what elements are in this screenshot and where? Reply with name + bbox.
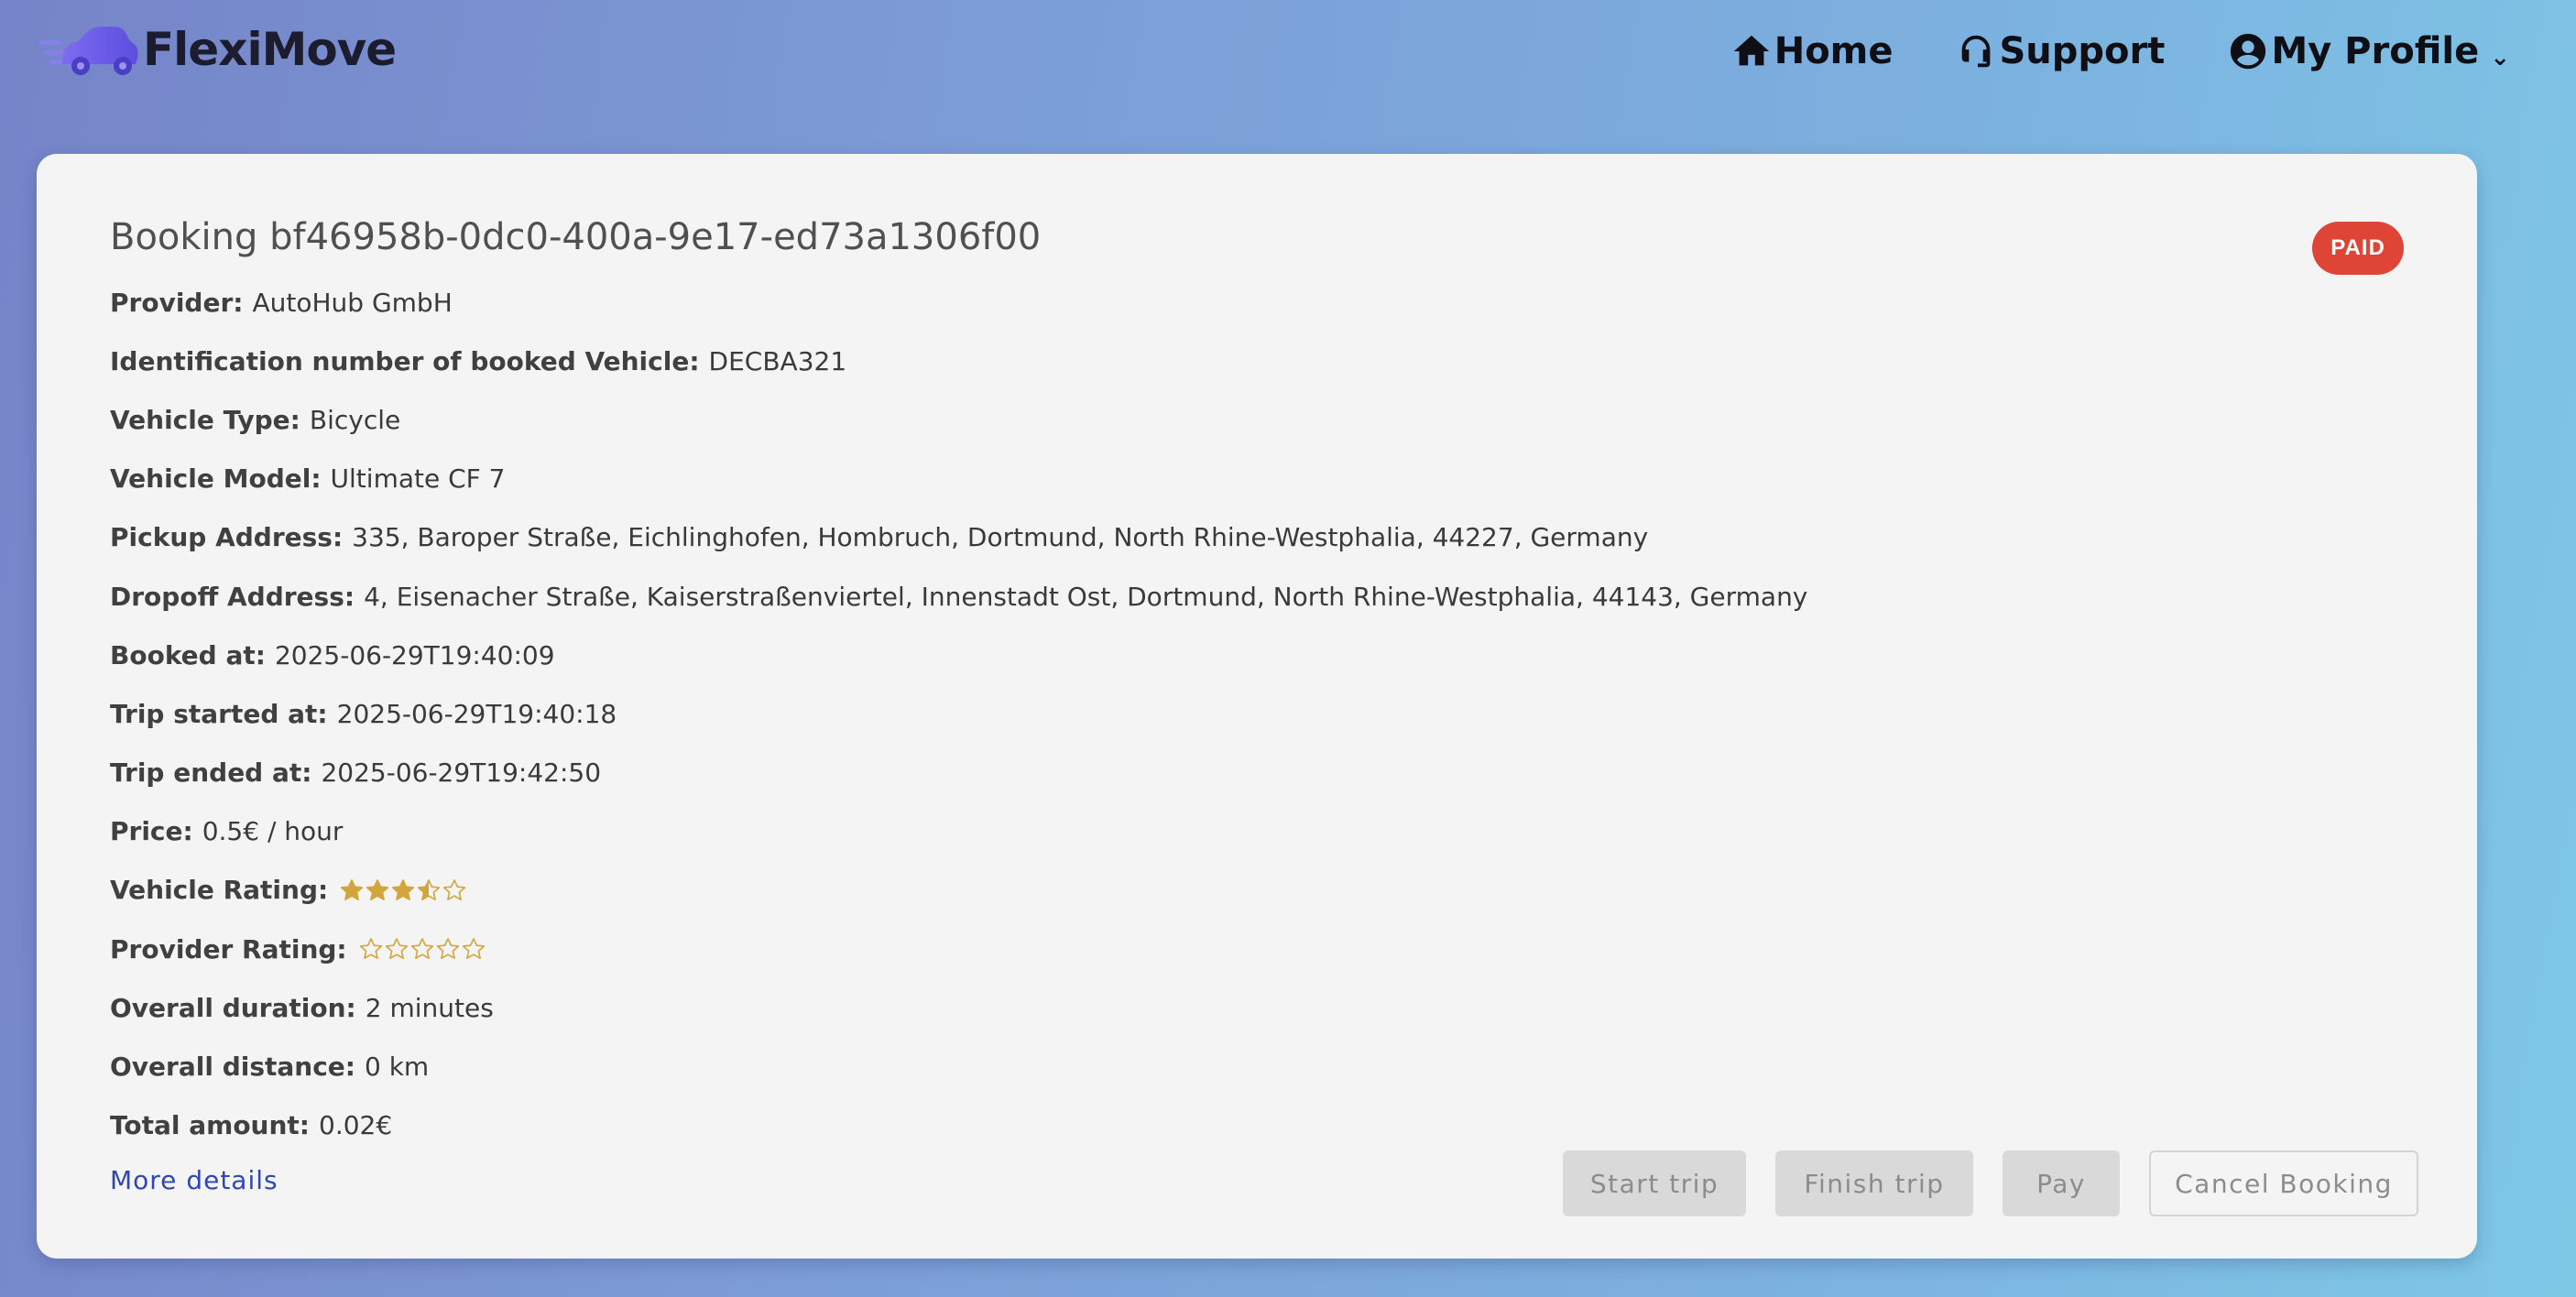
detail-price: Price: 0.5€ / hour (110, 802, 1807, 861)
star-outline-icon[interactable] (461, 936, 486, 962)
finish-trip-button[interactable]: Finish trip (1775, 1150, 1973, 1216)
detail-value: 2025-06-29T19:40:18 (336, 698, 617, 729)
car-logo-icon (38, 27, 138, 75)
detail-total-amount: Total amount: 0.02€ (110, 1096, 1807, 1155)
star-outline-icon[interactable] (384, 936, 409, 962)
booking-card: Booking bf46958b-0dc0-400a-9e17-ed73a130… (37, 154, 2477, 1259)
detail-provider-rating: Provider Rating: (110, 920, 1807, 978)
nav-support[interactable]: Support (1955, 30, 2165, 72)
detail-vehicle-model: Vehicle Model: Ultimate CF 7 (110, 450, 1807, 508)
headset-icon (1962, 35, 1991, 68)
nav-profile[interactable]: My Profile ⌄ (2227, 30, 2510, 72)
start-trip-button[interactable]: Start trip (1563, 1150, 1746, 1216)
nav-home-label: Home (1774, 30, 1894, 72)
chevron-down-icon: ⌄ (2490, 44, 2510, 71)
detail-booked-at: Booked at: 2025-06-29T19:40:09 (110, 626, 1807, 684)
detail-provider: Provider: AutoHub GmbH (110, 273, 1807, 332)
detail-value: 2025-06-29T19:40:09 (274, 639, 555, 670)
star-outline-icon[interactable] (442, 877, 467, 903)
pay-button[interactable]: Pay (2003, 1150, 2120, 1216)
star-filled-icon[interactable] (390, 877, 416, 903)
provider-rating-stars[interactable] (358, 936, 486, 962)
detail-label: Overall duration: (110, 992, 356, 1023)
detail-value: Ultimate CF 7 (330, 463, 506, 495)
main-nav: Home Support My Profile ⌄ (1668, 22, 2510, 81)
detail-label: Overall distance: (110, 1052, 355, 1083)
detail-pickup-address: Pickup Address: 335, Baroper Straße, Eic… (110, 508, 1807, 567)
cancel-booking-button[interactable]: Cancel Booking (2149, 1150, 2418, 1216)
detail-trip-started: Trip started at: 2025-06-29T19:40:18 (110, 684, 1807, 743)
star-filled-icon[interactable] (339, 877, 365, 903)
detail-overall-duration: Overall duration: 2 minutes (110, 978, 1807, 1037)
detail-value: 335, Baroper Straße, Eichlinghofen, Homb… (352, 522, 1649, 553)
detail-label: Provider: (110, 287, 244, 318)
star-outline-icon[interactable] (409, 936, 435, 962)
top-bar: FlexiMove Home Support My Profile ⌄ (0, 0, 2576, 110)
star-outline-icon[interactable] (435, 936, 461, 962)
detail-label: Price: (110, 816, 193, 847)
detail-value: DECBA321 (708, 345, 847, 376)
detail-vehicle-id: Identification number of booked Vehicle:… (110, 332, 1807, 390)
nav-support-label: Support (1999, 30, 2166, 72)
detail-label: Identification number of booked Vehicle: (110, 345, 700, 376)
detail-value: 4, Eisenacher Straße, Kaiserstraßenviert… (364, 581, 1808, 612)
home-icon (1733, 35, 1769, 66)
detail-label: Provider Rating: (110, 933, 347, 965)
status-badge: PAID (2312, 222, 2404, 275)
detail-value: 2025-06-29T19:42:50 (321, 757, 602, 789)
brand-logo[interactable]: FlexiMove (37, 16, 397, 82)
detail-value: 2 minutes (365, 992, 494, 1023)
nav-home[interactable]: Home (1730, 30, 1894, 72)
detail-label: Trip ended at: (110, 757, 312, 789)
detail-label: Vehicle Type: (110, 404, 300, 435)
detail-vehicle-type: Vehicle Type: Bicycle (110, 390, 1807, 449)
star-filled-icon[interactable] (365, 877, 390, 903)
vehicle-rating-stars[interactable] (339, 877, 467, 903)
booking-details: Provider: AutoHub GmbH Identification nu… (110, 273, 1807, 1155)
detail-label: Booked at: (110, 639, 266, 670)
detail-label: Dropoff Address: (110, 581, 355, 612)
more-details-link[interactable]: More details (110, 1165, 278, 1195)
detail-value: Bicycle (309, 404, 401, 435)
detail-value: AutoHub GmbH (252, 287, 453, 318)
detail-trip-ended: Trip ended at: 2025-06-29T19:42:50 (110, 744, 1807, 802)
detail-overall-distance: Overall distance: 0 km (110, 1037, 1807, 1095)
detail-dropoff-address: Dropoff Address: 4, Eisenacher Straße, K… (110, 567, 1807, 626)
star-half-icon[interactable] (416, 877, 442, 903)
nav-profile-label: My Profile (2271, 30, 2480, 72)
detail-label: Pickup Address: (110, 522, 344, 553)
detail-label: Vehicle Model: (110, 463, 322, 495)
booking-title: Booking bf46958b-0dc0-400a-9e17-ed73a130… (110, 216, 1042, 258)
detail-value: 0.02€ (319, 1110, 393, 1141)
detail-label: Trip started at: (110, 698, 328, 729)
account-circle-icon (2231, 33, 2266, 70)
detail-value: 0.5€ / hour (202, 816, 344, 847)
detail-label: Total amount: (110, 1110, 310, 1141)
brand-name: FlexiMove (143, 23, 397, 76)
star-outline-icon[interactable] (358, 936, 384, 962)
detail-vehicle-rating: Vehicle Rating: (110, 861, 1807, 920)
detail-value: 0 km (365, 1052, 430, 1083)
detail-label: Vehicle Rating: (110, 875, 329, 906)
